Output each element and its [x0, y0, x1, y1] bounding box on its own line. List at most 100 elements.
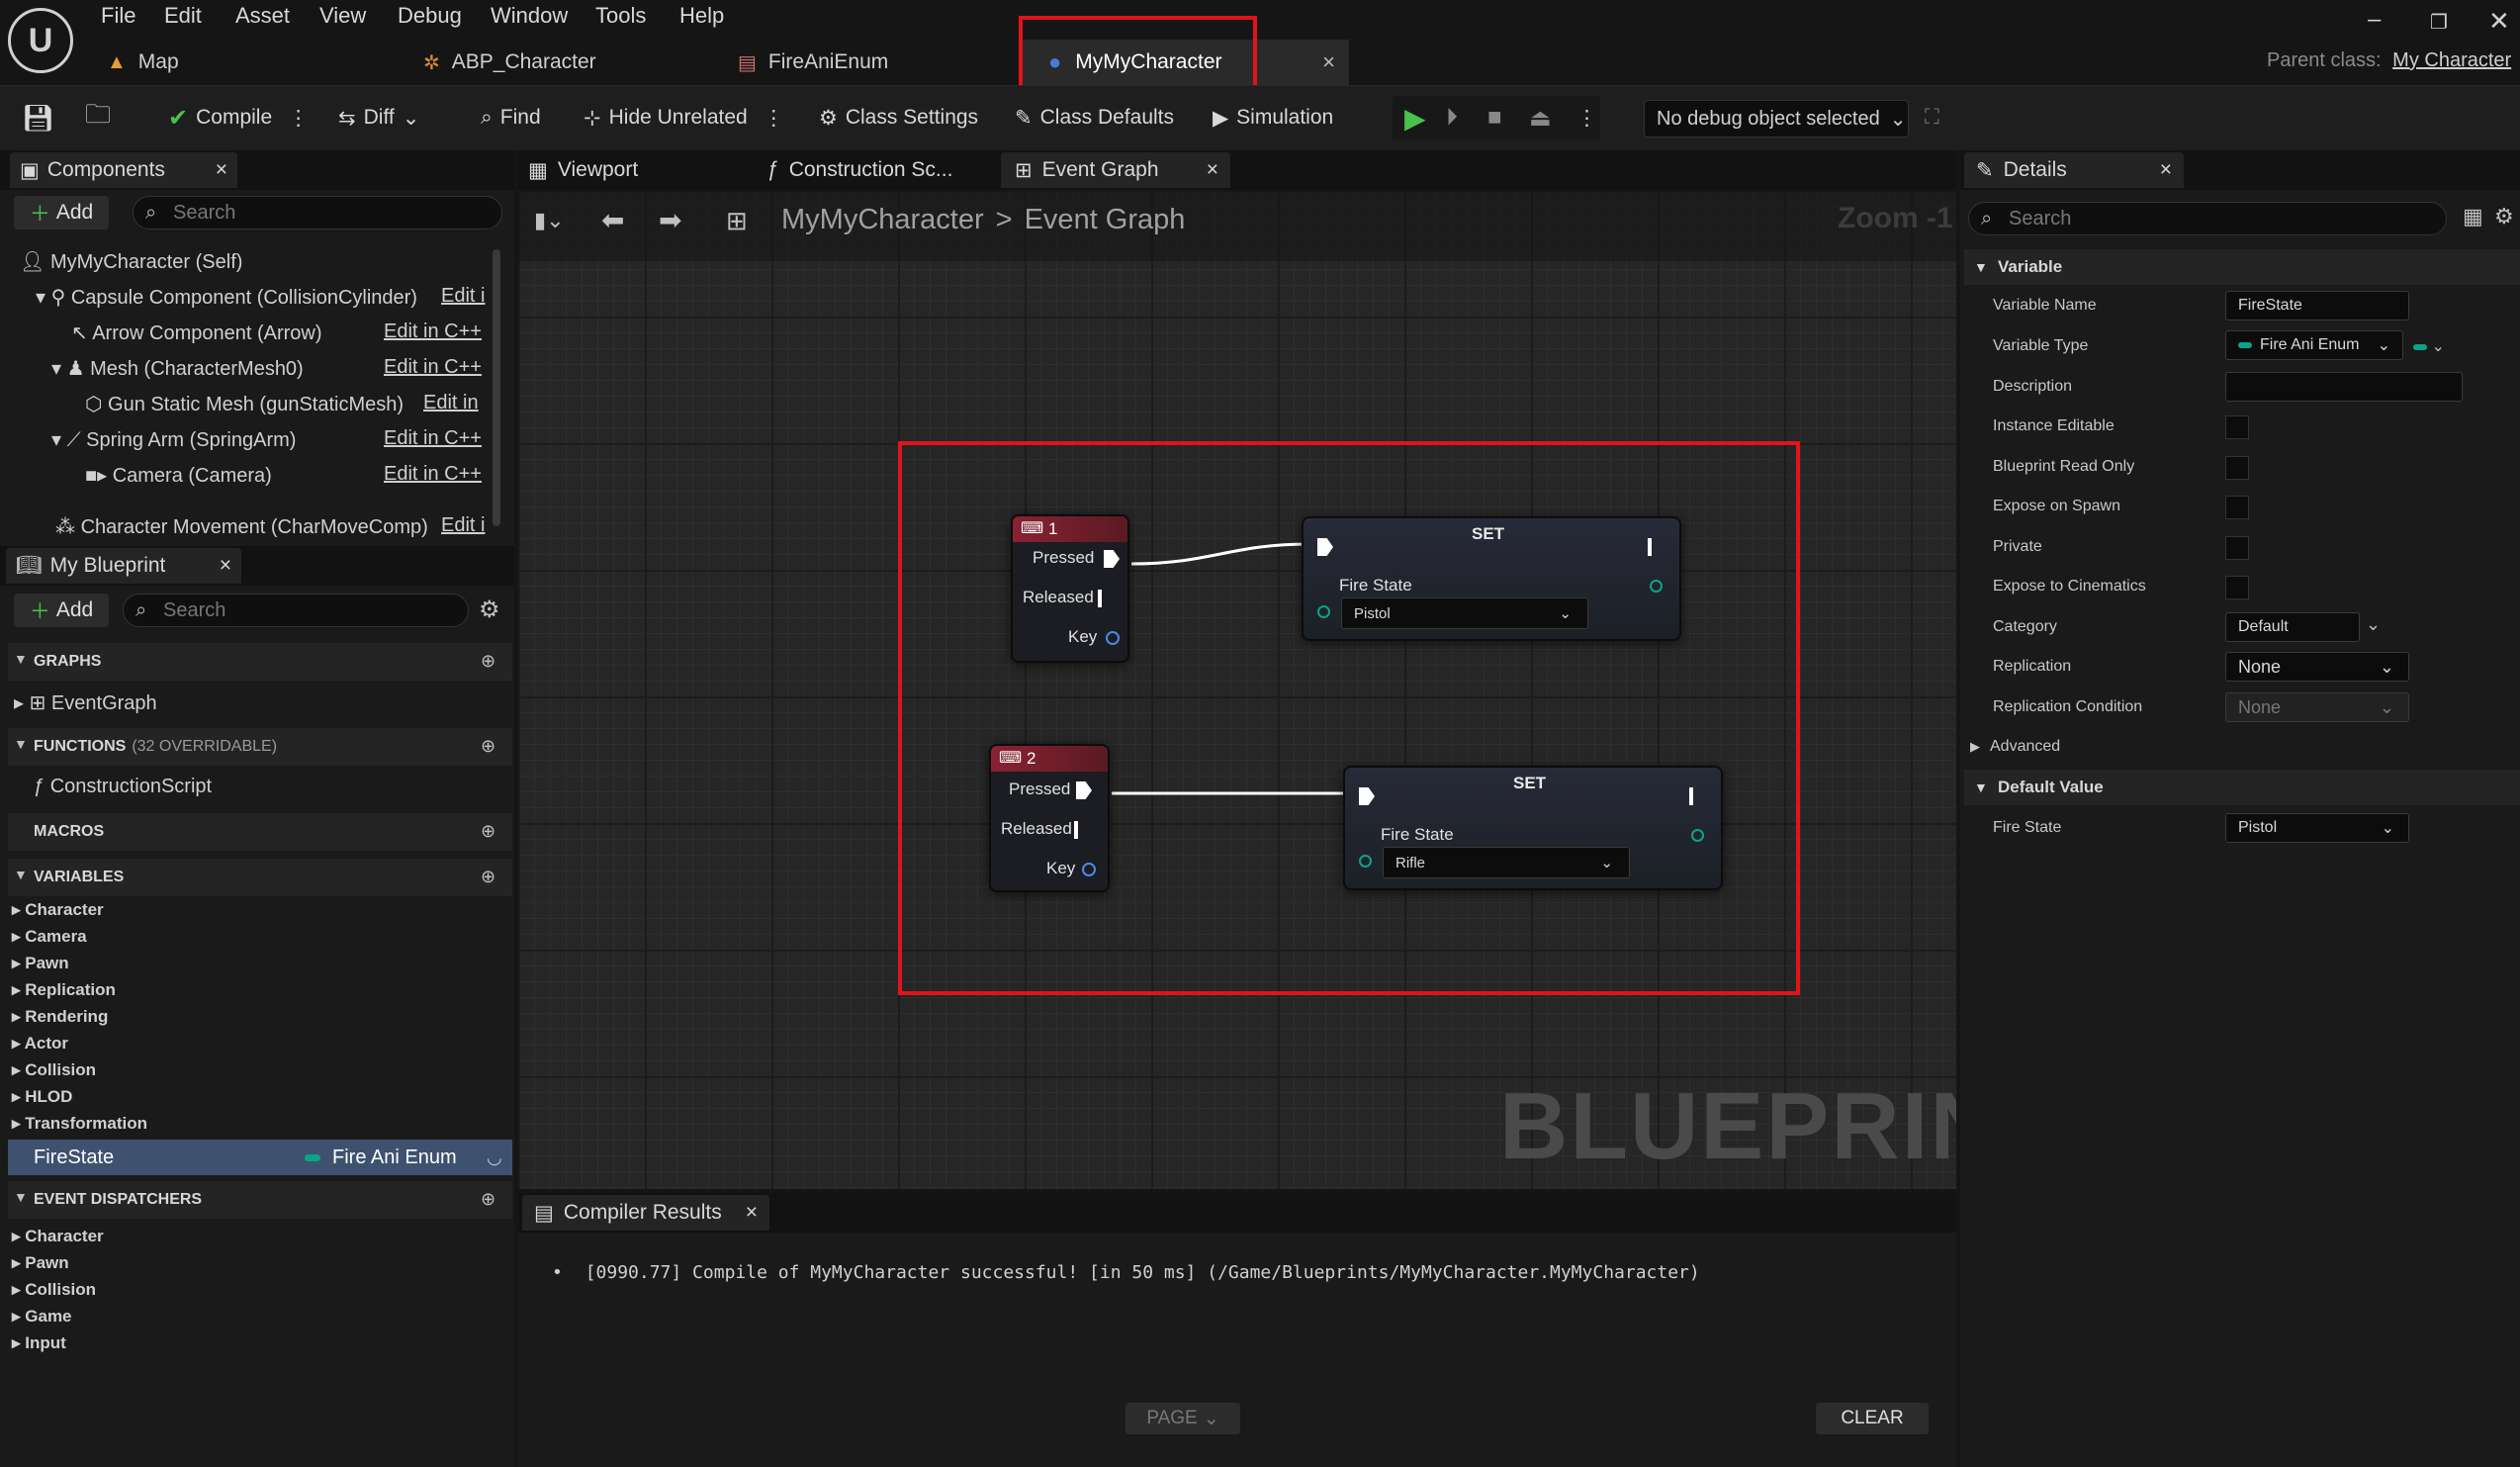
edit-in-cpp-link[interactable]: Edit in C++ — [384, 427, 482, 450]
category-dropdown[interactable]: Default — [2225, 612, 2360, 642]
stop-button[interactable]: ■ — [1487, 100, 1502, 136]
component-camera[interactable]: ■▸ Camera (Camera) — [85, 463, 272, 488]
add-component-button[interactable]: ＋ Add — [14, 196, 109, 229]
eject-button[interactable]: ⏏ — [1529, 100, 1552, 136]
tab-map[interactable]: ▲ Map — [107, 44, 179, 81]
menu-file[interactable]: File — [101, 3, 135, 29]
components-scrollbar[interactable] — [493, 249, 500, 526]
simulation-button[interactable]: ▶ Simulation — [1213, 100, 1333, 136]
settings-gear-icon[interactable]: ⚙ — [2494, 204, 2514, 229]
component-mesh[interactable]: ▾ ♟ Mesh (CharacterMesh0) — [51, 356, 304, 381]
close-icon[interactable]: × — [2160, 158, 2172, 182]
tab-construction-script[interactable]: ƒ Construction Sc... — [767, 152, 952, 188]
edit-in-cpp-link[interactable]: Edit i — [441, 285, 485, 308]
edit-in-cpp-link[interactable]: Edit in C++ — [384, 356, 482, 379]
menu-view[interactable]: View — [319, 3, 366, 29]
variable-name-field[interactable]: FireState — [2225, 291, 2409, 321]
close-window-icon[interactable]: ✕ — [2488, 6, 2510, 37]
dispatcher-category[interactable]: ▸ Character — [12, 1227, 104, 1246]
clear-button[interactable]: CLEAR — [1816, 1403, 1929, 1434]
event-dispatchers-section-header[interactable]: EVENT DISPATCHERS — [8, 1181, 512, 1219]
macros-section-header[interactable]: MACROS — [8, 813, 512, 851]
variable-category[interactable]: ▸ Transformation — [12, 1114, 147, 1134]
variable-category[interactable]: ▸ Camera — [12, 927, 87, 947]
compile-button[interactable]: ✔ Compile ⋮ — [168, 100, 309, 136]
menu-tools[interactable]: Tools — [595, 3, 646, 29]
details-search-input[interactable]: ⌕ Search — [1968, 202, 2447, 235]
details-tab[interactable]: ✎ Details × — [1964, 152, 2184, 188]
menu-edit[interactable]: Edit — [164, 3, 202, 29]
component-capsule[interactable]: ▾ ⚲ Capsule Component (CollisionCylinder… — [36, 285, 417, 310]
functions-section-header[interactable]: FUNCTIONS (32 OVERRIDABLE) — [8, 728, 512, 766]
component-gun-mesh[interactable]: ⬡ Gun Static Mesh (gunStaticMesh) — [85, 392, 404, 416]
unreal-logo-icon[interactable]: U — [8, 8, 73, 73]
expand-icon[interactable]: ▾ ⟋ — [51, 429, 86, 451]
parent-class-link[interactable]: My Character — [2392, 49, 2511, 71]
menu-help[interactable]: Help — [679, 3, 724, 29]
close-icon[interactable]: × — [1207, 158, 1218, 182]
tab-viewport[interactable]: ▦ Viewport — [528, 152, 638, 188]
variable-type-dropdown[interactable]: Fire Ani Enum ⌄ — [2225, 330, 2403, 360]
class-settings-button[interactable]: ⚙ Class Settings — [819, 100, 978, 136]
menu-window[interactable]: Window — [491, 3, 568, 29]
visibility-eye-icon[interactable]: ◡ — [487, 1147, 502, 1168]
tab-event-graph[interactable]: ⊞ Event Graph × — [1001, 152, 1230, 188]
step-button[interactable]: ⏵ — [1446, 100, 1458, 136]
variable-section-header[interactable]: ▼ Variable — [1964, 249, 2520, 285]
tab-abp-character[interactable]: ✲ ABP_Character — [423, 44, 596, 81]
my-blueprint-search-input[interactable]: ⌕ Search — [123, 594, 469, 627]
close-icon[interactable]: × — [216, 158, 227, 182]
event-graph-item[interactable]: ▸ ⊞ EventGraph — [14, 690, 157, 715]
compile-options-icon[interactable]: ⋮ — [288, 106, 309, 131]
variable-category[interactable]: ▸ Pawn — [12, 954, 69, 973]
component-arrow[interactable]: ↖ Arrow Component (Arrow) — [71, 321, 322, 345]
graphs-section-header[interactable]: GRAPHS — [8, 643, 512, 681]
close-icon[interactable]: × — [220, 554, 231, 578]
variable-category[interactable]: ▸ Character — [12, 900, 104, 920]
add-graph-icon[interactable]: ⊕ — [481, 651, 495, 672]
variable-category[interactable]: ▸ Rendering — [12, 1007, 108, 1027]
edit-in-cpp-link[interactable]: Edit i — [441, 514, 485, 537]
category-chevron-icon[interactable]: ⌄ — [2366, 614, 2381, 635]
collapse-icon[interactable]: ▼ — [14, 867, 28, 882]
add-dispatcher-icon[interactable]: ⊕ — [481, 1189, 495, 1210]
expose-to-cinematics-checkbox[interactable] — [2225, 576, 2249, 599]
advanced-expander[interactable]: ▶ Advanced — [1970, 738, 2060, 756]
dispatcher-category[interactable]: ▸ Pawn — [12, 1253, 69, 1273]
debug-object-dropdown[interactable]: No debug object selected ⌄ — [1644, 100, 1909, 138]
play-button[interactable]: ▶ — [1404, 100, 1426, 136]
dispatcher-category[interactable]: ▸ Input — [12, 1333, 66, 1353]
add-function-icon[interactable]: ⊕ — [481, 736, 495, 757]
save-button[interactable]: 💾︎ — [22, 100, 54, 136]
minimize-icon[interactable]: – — [2368, 6, 2381, 34]
graph-canvas[interactable]: ▮⌄ ⬅ ➡ ⊞ MyMyCharacter > Event Graph Zoo… — [518, 190, 1956, 1189]
collapse-icon[interactable]: ▼ — [14, 1189, 28, 1205]
tab-close-icon[interactable]: × — [1322, 49, 1335, 75]
dispatcher-category[interactable]: ▸ Collision — [12, 1280, 96, 1300]
expand-icon[interactable]: ▾ ⚲ — [36, 287, 71, 309]
variable-category[interactable]: ▸ Collision — [12, 1060, 96, 1080]
browse-button[interactable]: 🗀 — [85, 99, 111, 136]
default-value-section-header[interactable]: ▼ Default Value — [1964, 770, 2520, 805]
diff-button[interactable]: ⇆ Diff ⌄ — [338, 100, 419, 136]
replication-dropdown[interactable]: None ⌄ — [2225, 652, 2409, 682]
page-dropdown[interactable]: PAGE ⌄ — [1125, 1403, 1240, 1434]
component-spring-arm[interactable]: ▾ ⟋ Spring Arm (SpringArm) — [51, 427, 296, 452]
play-options-icon[interactable]: ⋮ — [1576, 100, 1597, 136]
menu-asset[interactable]: Asset — [235, 3, 290, 29]
edit-in-cpp-link[interactable]: Edit in C++ — [384, 321, 482, 343]
compiler-results-tab[interactable]: ▤ Compiler Results × — [522, 1195, 769, 1231]
add-macro-icon[interactable]: ⊕ — [481, 821, 495, 842]
collapse-icon[interactable]: ▼ — [14, 736, 28, 752]
component-char-movement[interactable]: ⁂ Character Movement (CharMoveComp) — [55, 514, 428, 539]
more-options-icon[interactable]: ⋮ — [764, 106, 784, 131]
variable-category[interactable]: ▸ Replication — [12, 980, 116, 1000]
close-icon[interactable]: × — [746, 1201, 758, 1225]
variables-section-header[interactable]: VARIABLES — [8, 859, 512, 896]
restore-icon[interactable]: ❐ — [2430, 10, 2448, 35]
find-button[interactable]: ⌕ Find — [481, 100, 541, 136]
variable-category[interactable]: ▸ Actor — [12, 1034, 68, 1054]
fire-state-dropdown[interactable]: Pistol ⌄ — [2225, 813, 2409, 843]
add-variable-icon[interactable]: ⊕ — [481, 867, 495, 887]
edit-in-cpp-link[interactable]: Edit in C++ — [384, 463, 482, 486]
